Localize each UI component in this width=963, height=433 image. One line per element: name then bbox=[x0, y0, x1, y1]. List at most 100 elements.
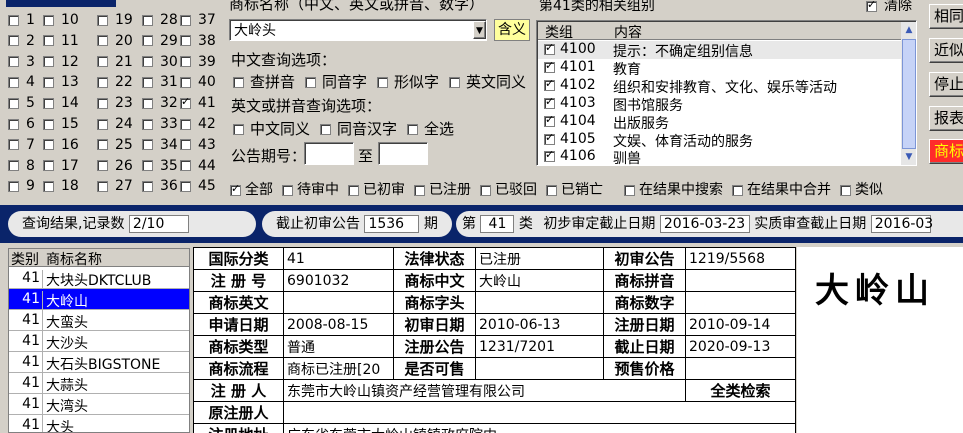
class-checkbox-36[interactable]: 36 bbox=[142, 178, 178, 194]
class-checkbox-25[interactable]: 25 bbox=[97, 137, 133, 153]
group-checkbox-icon[interactable] bbox=[544, 41, 555, 55]
result-row[interactable]: 41 大湾头 bbox=[9, 394, 189, 417]
filter-checkbox-icon[interactable] bbox=[480, 184, 491, 196]
checkbox-icon[interactable] bbox=[8, 14, 19, 26]
filter-checkbox-icon[interactable] bbox=[840, 184, 851, 196]
result-row[interactable]: 41 大头 bbox=[9, 415, 189, 432]
group-row[interactable]: 4102组织和安排教育、文化、娱乐等活动 bbox=[538, 77, 901, 96]
content-col-header[interactable]: 内容 bbox=[614, 22, 642, 42]
checkbox-icon[interactable] bbox=[142, 97, 153, 109]
checkbox-icon[interactable] bbox=[97, 160, 108, 172]
class-checkbox-22[interactable]: 22 bbox=[97, 74, 133, 90]
similar-button[interactable]: 近似 bbox=[929, 38, 963, 63]
checkbox-icon[interactable] bbox=[43, 160, 54, 172]
checkbox-icon[interactable] bbox=[8, 76, 19, 88]
filter-4[interactable]: 已驳回 bbox=[480, 179, 537, 199]
checkbox-icon[interactable] bbox=[180, 76, 191, 88]
class-checkbox-41[interactable]: 41 bbox=[180, 95, 216, 111]
filter-checkbox-icon[interactable] bbox=[414, 184, 425, 196]
en-option-1[interactable]: 同音汉字 bbox=[320, 118, 397, 139]
class-checkbox-15[interactable]: 15 bbox=[43, 116, 79, 132]
results-class-col-header[interactable]: 类别 bbox=[11, 249, 39, 269]
checkbox-icon[interactable] bbox=[142, 118, 153, 130]
filter-checkbox-icon[interactable] bbox=[230, 182, 241, 196]
class-checkbox-16[interactable]: 16 bbox=[43, 137, 79, 153]
class-checkbox-23[interactable]: 23 bbox=[97, 95, 133, 111]
checkbox-icon[interactable] bbox=[43, 14, 54, 26]
checkbox-icon[interactable] bbox=[407, 124, 419, 135]
class-checkbox-8[interactable]: 8 bbox=[8, 158, 35, 174]
checkbox-icon[interactable] bbox=[97, 14, 108, 26]
checkbox-icon[interactable] bbox=[142, 14, 153, 26]
group-row[interactable]: 4105文娱、体育活动的服务 bbox=[538, 131, 901, 150]
filter-1[interactable]: 待审中 bbox=[282, 179, 339, 199]
checkbox-icon[interactable] bbox=[233, 124, 244, 135]
filter-6[interactable]: 在结果中搜索 bbox=[624, 179, 723, 199]
class-checkbox-2[interactable]: 2 bbox=[8, 33, 35, 49]
class-checkbox-35[interactable]: 35 bbox=[142, 158, 178, 174]
result-row[interactable]: 41 大岭山 bbox=[9, 289, 189, 312]
class-checkbox-12[interactable]: 12 bbox=[43, 54, 79, 70]
checkbox-icon[interactable] bbox=[97, 76, 108, 88]
result-row[interactable]: 41 大蛮头 bbox=[9, 310, 189, 333]
checkbox-icon[interactable] bbox=[97, 180, 108, 192]
class-checkbox-33[interactable]: 33 bbox=[142, 116, 178, 132]
filter-2[interactable]: 已初审 bbox=[348, 179, 405, 199]
group-checkbox-icon[interactable] bbox=[544, 95, 555, 109]
checkbox-icon[interactable] bbox=[377, 77, 389, 88]
checkbox-icon[interactable] bbox=[8, 97, 19, 109]
checkbox-icon[interactable] bbox=[180, 95, 191, 109]
checkbox-icon[interactable] bbox=[8, 160, 19, 172]
class-checkbox-14[interactable]: 14 bbox=[43, 95, 79, 111]
class-checkbox-21[interactable]: 21 bbox=[97, 54, 133, 70]
checkbox-icon[interactable] bbox=[97, 139, 108, 151]
filter-checkbox-icon[interactable] bbox=[732, 184, 743, 196]
checkbox-icon[interactable] bbox=[305, 77, 317, 88]
class-checkbox-11[interactable]: 11 bbox=[43, 33, 79, 49]
cn-option-0[interactable]: 查拼音 bbox=[233, 71, 295, 92]
stop-button[interactable]: 停止 bbox=[929, 72, 963, 97]
checkbox-icon[interactable] bbox=[180, 180, 191, 192]
class-checkbox-38[interactable]: 38 bbox=[180, 33, 216, 49]
group-row[interactable]: 4104出版服务 bbox=[538, 113, 901, 132]
class-checkbox-42[interactable]: 42 bbox=[180, 116, 216, 132]
checkbox-icon[interactable] bbox=[180, 160, 191, 172]
class-checkbox-43[interactable]: 43 bbox=[180, 137, 216, 153]
scroll-up-icon[interactable]: ▲ bbox=[901, 22, 916, 38]
checkbox-icon[interactable] bbox=[180, 139, 191, 151]
group-checkbox-icon[interactable] bbox=[544, 131, 555, 145]
scroll-thumb[interactable] bbox=[902, 39, 916, 149]
checkbox-icon[interactable] bbox=[142, 56, 153, 68]
filter-0[interactable]: 全部 bbox=[230, 179, 273, 199]
result-row[interactable]: 41 大石头BIGSTONE bbox=[9, 352, 189, 375]
filter-checkbox-icon[interactable] bbox=[348, 184, 359, 196]
class-checkbox-18[interactable]: 18 bbox=[43, 178, 79, 194]
class-checkbox-3[interactable]: 3 bbox=[8, 54, 35, 70]
filter-7[interactable]: 在结果中合并 bbox=[732, 179, 831, 199]
checkbox-icon[interactable] bbox=[43, 56, 54, 68]
checkbox-icon[interactable] bbox=[97, 97, 108, 109]
group-row[interactable]: 4100提示：不确定组别信息 bbox=[538, 41, 901, 60]
class-checkbox-9[interactable]: 9 bbox=[8, 178, 35, 194]
full-search-button[interactable]: 全类检索 bbox=[685, 379, 796, 402]
group-row[interactable]: 4106 驯兽 bbox=[538, 148, 901, 165]
group-row[interactable]: 4101教育 bbox=[538, 59, 901, 78]
checkbox-icon[interactable] bbox=[43, 76, 54, 88]
cn-option-1[interactable]: 同音字 bbox=[305, 71, 367, 92]
class-checkbox-20[interactable]: 20 bbox=[97, 33, 133, 49]
checkbox-icon[interactable] bbox=[142, 160, 153, 172]
class-checkbox-26[interactable]: 26 bbox=[97, 158, 133, 174]
checkbox-icon[interactable] bbox=[43, 97, 54, 109]
period-from-input[interactable] bbox=[304, 142, 354, 165]
class-checkbox-1[interactable]: 1 bbox=[8, 12, 35, 28]
result-row[interactable]: 41 大块头DKTCLUB bbox=[9, 268, 189, 291]
checkbox-icon[interactable] bbox=[43, 118, 54, 130]
group-checkbox-icon[interactable] bbox=[544, 113, 555, 127]
checkbox-icon[interactable] bbox=[180, 14, 191, 26]
checkbox-icon[interactable] bbox=[180, 56, 191, 68]
class-checkbox-28[interactable]: 28 bbox=[142, 12, 178, 28]
group-list-scrollbar[interactable]: ▲ ▼ bbox=[901, 22, 916, 165]
class-checkbox-6[interactable]: 6 bbox=[8, 116, 35, 132]
class-checkbox-5[interactable]: 5 bbox=[8, 95, 35, 111]
class-checkbox-7[interactable]: 7 bbox=[8, 137, 35, 153]
